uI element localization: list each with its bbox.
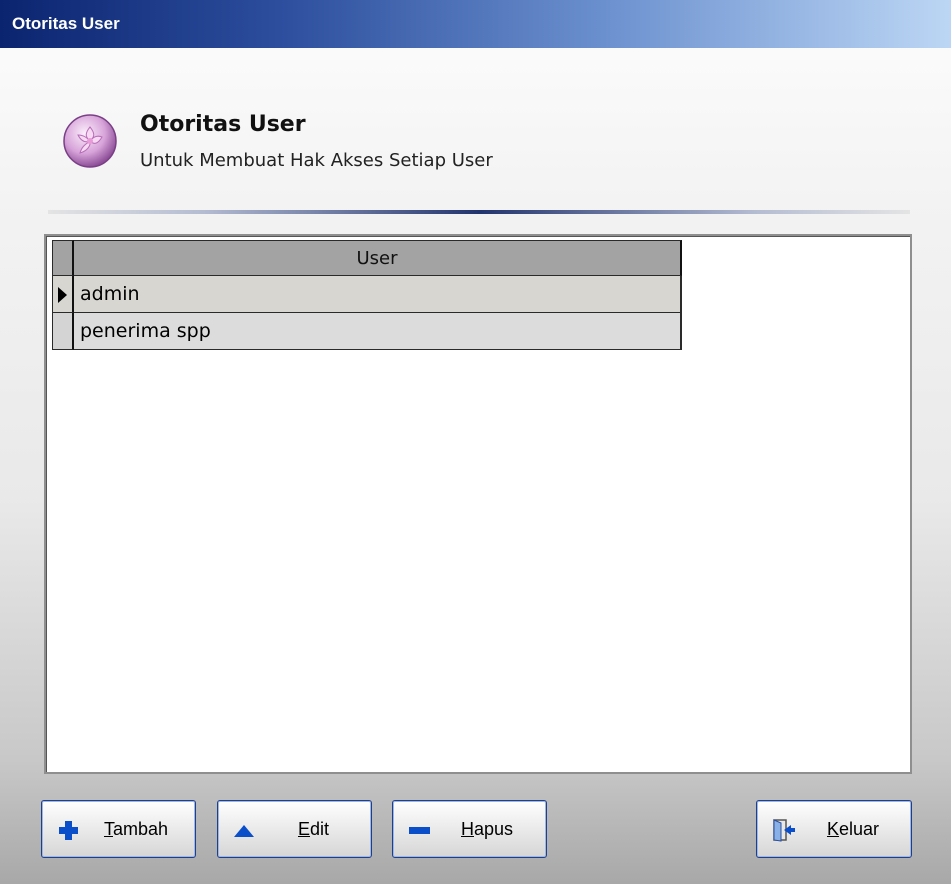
current-row-arrow-icon	[58, 287, 67, 303]
table-row[interactable]: penerima spp	[52, 313, 682, 350]
window-title: Otoritas User	[12, 14, 120, 33]
header-subtitle: Untuk Membuat Hak Akses Setiap User	[140, 150, 493, 171]
row-indicator[interactable]	[52, 313, 74, 350]
keluar-label: Keluar	[827, 819, 880, 839]
keluar-button[interactable]: Keluar	[756, 800, 912, 858]
hapus-button[interactable]: Hapus	[392, 800, 547, 858]
plus-icon	[59, 821, 78, 840]
row-indicator-header	[52, 240, 74, 276]
column-header-user[interactable]: User	[74, 240, 682, 276]
dialog-window: Otoritas User Otoritas User Untuk Membua…	[0, 0, 951, 884]
triangle-up-icon	[234, 825, 254, 837]
header-title: Otoritas User	[140, 112, 306, 137]
tambah-label: Tambah	[104, 819, 169, 839]
cell-user[interactable]: penerima spp	[74, 313, 682, 350]
row-indicator[interactable]	[52, 276, 74, 313]
grid-header: User	[52, 240, 682, 276]
flower-logo-icon	[63, 114, 117, 168]
minus-icon	[409, 827, 430, 834]
table-row[interactable]: admin	[52, 276, 682, 313]
title-bar[interactable]: Otoritas User	[0, 0, 951, 48]
exit-door-icon	[773, 819, 795, 842]
header-separator	[48, 210, 910, 214]
edit-button[interactable]: Edit	[217, 800, 372, 858]
edit-label: Edit	[298, 819, 330, 839]
cell-user[interactable]: admin	[74, 276, 682, 313]
hapus-label: Hapus	[461, 819, 514, 839]
tambah-button[interactable]: Tambah	[41, 800, 196, 858]
user-grid[interactable]: User admin penerima spp	[44, 234, 912, 774]
